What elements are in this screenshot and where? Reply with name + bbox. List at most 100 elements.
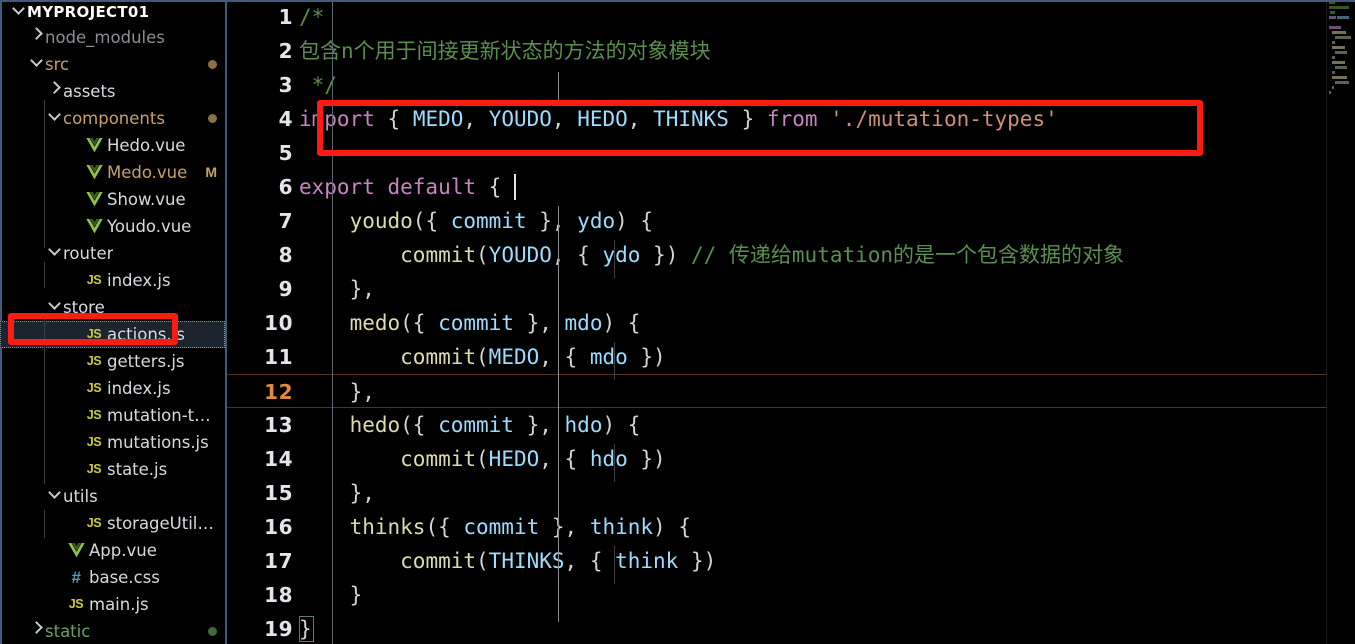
tree-row-app-vue[interactable]: App.vue: [0, 537, 225, 564]
indent-guide: [558, 206, 559, 622]
tree-row-show-vue[interactable]: Show.vue: [0, 186, 225, 213]
tree-item-label: Youdo.vue: [107, 217, 192, 236]
code-token-ident: commit: [438, 413, 514, 437]
code-token-punct: }: [741, 107, 755, 131]
vue-file-icon: [81, 165, 107, 180]
chevron-right-icon: [28, 27, 45, 43]
minimap-segment: [1332, 86, 1334, 89]
code-token-ident: commit: [438, 311, 514, 335]
tree-row-storageutils-js[interactable]: JS storageUtils.js: [0, 510, 225, 537]
tree-row-components[interactable]: components: [0, 105, 225, 132]
minimap-segment: [1329, 6, 1349, 9]
minimap-segment: [1332, 71, 1335, 74]
code-line: 3 */: [227, 68, 1355, 102]
vscode-window: MYPROJECT01 node_modules src assets componen…: [0, 0, 1355, 644]
tree-row-main-js[interactable]: JS main.js: [0, 591, 225, 618]
tree-row-index-js[interactable]: JS index.js: [0, 375, 225, 402]
minimap-segment: [1332, 76, 1347, 79]
editor-minimap[interactable]: [1327, 0, 1355, 644]
tree-item-label: index.js: [107, 271, 171, 290]
tree-row-hedo-vue[interactable]: Hedo.vue: [0, 132, 225, 159]
tree-item-label: static: [45, 622, 91, 641]
code-line: 8 commit(YOUDO, { ydo }) // 传递给mutation的…: [227, 238, 1355, 272]
code-text: medo({ commit }, mdo) {: [299, 306, 641, 340]
tree-row-actions-js[interactable]: JS actions.js: [0, 321, 225, 348]
tree-row-getters-js[interactable]: JS getters.js: [0, 348, 225, 375]
code-token-punct: },: [539, 515, 590, 539]
code-token-comment: 包含n个用于间接更新状态的方法的对象模块: [299, 39, 711, 63]
indent-guide: [614, 240, 615, 278]
tree-item-label: Hedo.vue: [107, 136, 186, 155]
chevron-down-glyph: [48, 108, 61, 121]
minimap-segment: [1332, 61, 1345, 64]
chevron-right-glyph: [30, 27, 43, 40]
code-token-punct: ) {: [602, 311, 641, 335]
code-token-func: commit: [400, 549, 477, 573]
code-token-func: hedo: [349, 413, 401, 437]
code-token-punct: [299, 209, 350, 233]
vue-file-icon: [81, 192, 107, 207]
js-file-icon: JS: [86, 381, 102, 395]
tree-row-assets[interactable]: assets: [0, 78, 225, 105]
chevron-down-icon: [10, 1, 27, 18]
code-token-punct: [754, 107, 767, 131]
chevron-right-glyph: [48, 81, 61, 94]
tree-row-router[interactable]: router: [0, 240, 225, 267]
file-tree[interactable]: MYPROJECT01 node_modules src assets componen…: [0, 0, 225, 644]
code-text: export default {: [299, 170, 501, 204]
bracket-match-box: [299, 616, 314, 642]
line-number: 4: [278, 107, 293, 131]
text-cursor: [514, 174, 516, 200]
code-line: 15 },: [227, 476, 1355, 510]
code-token-ident: YOUDO: [488, 107, 552, 131]
code-token-punct: [299, 447, 400, 471]
code-token-comment: // 传递给mutation的是一个包含数据的对象: [678, 243, 1125, 267]
tree-row-mutation-types-js[interactable]: JS mutation-types.js: [0, 402, 225, 429]
tree-row-utils[interactable]: utils: [0, 483, 225, 510]
code-token-punct: }): [640, 243, 679, 267]
tree-row-static[interactable]: static: [0, 618, 225, 644]
chevron-down-glyph: [12, 1, 25, 15]
code-token-punct: ,: [551, 107, 578, 131]
code-line: 7 youdo({ commit }, ydo) {: [227, 204, 1355, 238]
git-status-badge: M: [205, 164, 217, 180]
chevron-down-icon: [46, 297, 63, 313]
code-token-ident: commit: [463, 515, 540, 539]
file-explorer-sidebar[interactable]: MYPROJECT01 node_modules src assets componen…: [0, 0, 227, 644]
code-token-ident: HEDO: [577, 107, 628, 131]
project-title-row[interactable]: MYPROJECT01: [0, 0, 225, 24]
code-editor[interactable]: 1/* 2 包含n个用于间接更新状态的方法的对象模块 3 */4 import { ME…: [227, 0, 1355, 644]
code-token-punct: (: [476, 447, 489, 471]
tree-row-node-modules[interactable]: node_modules: [0, 24, 225, 51]
tree-item-label: actions.js: [107, 325, 185, 344]
code-token-ident: YOUDO: [488, 243, 552, 267]
tree-item-label: store: [63, 298, 105, 317]
js-file-icon: JS: [86, 462, 102, 476]
code-token-keyword: import: [299, 107, 375, 131]
tree-row-mutations-js[interactable]: JS mutations.js: [0, 429, 225, 456]
minimap-segment: [1332, 56, 1335, 59]
untracked-dot-icon: [208, 627, 217, 636]
tree-row-base-css[interactable]: # base.css: [0, 564, 225, 591]
code-content[interactable]: 1/* 2 包含n个用于间接更新状态的方法的对象模块 3 */4 import { ME…: [227, 0, 1355, 644]
tree-row-medo-vue[interactable]: Medo.vue M: [0, 159, 225, 186]
tree-item-label: router: [63, 244, 114, 263]
line-number: 12: [264, 380, 293, 404]
chevron-down-icon: [46, 243, 63, 259]
tree-row-src[interactable]: src: [0, 51, 225, 78]
code-token-ident: ydo: [577, 209, 616, 233]
code-text: commit(THINKS, { think }): [299, 544, 716, 578]
tree-row-index-js[interactable]: JS index.js: [0, 267, 225, 294]
line-number: 18: [264, 583, 293, 607]
line-number: 15: [264, 481, 293, 505]
code-token-punct: }): [627, 345, 666, 369]
js-file-icon: JS: [86, 516, 102, 530]
tree-row-store[interactable]: store: [0, 294, 225, 321]
code-token-punct: [299, 243, 400, 267]
project-title: MYPROJECT01: [27, 3, 150, 21]
tree-row-state-js[interactable]: JS state.js: [0, 456, 225, 483]
tree-row-youdo-vue[interactable]: Youdo.vue: [0, 213, 225, 240]
css-file-icon: #: [71, 568, 81, 587]
code-token-ident: hdo: [589, 447, 628, 471]
modified-dot-icon: [208, 114, 217, 123]
